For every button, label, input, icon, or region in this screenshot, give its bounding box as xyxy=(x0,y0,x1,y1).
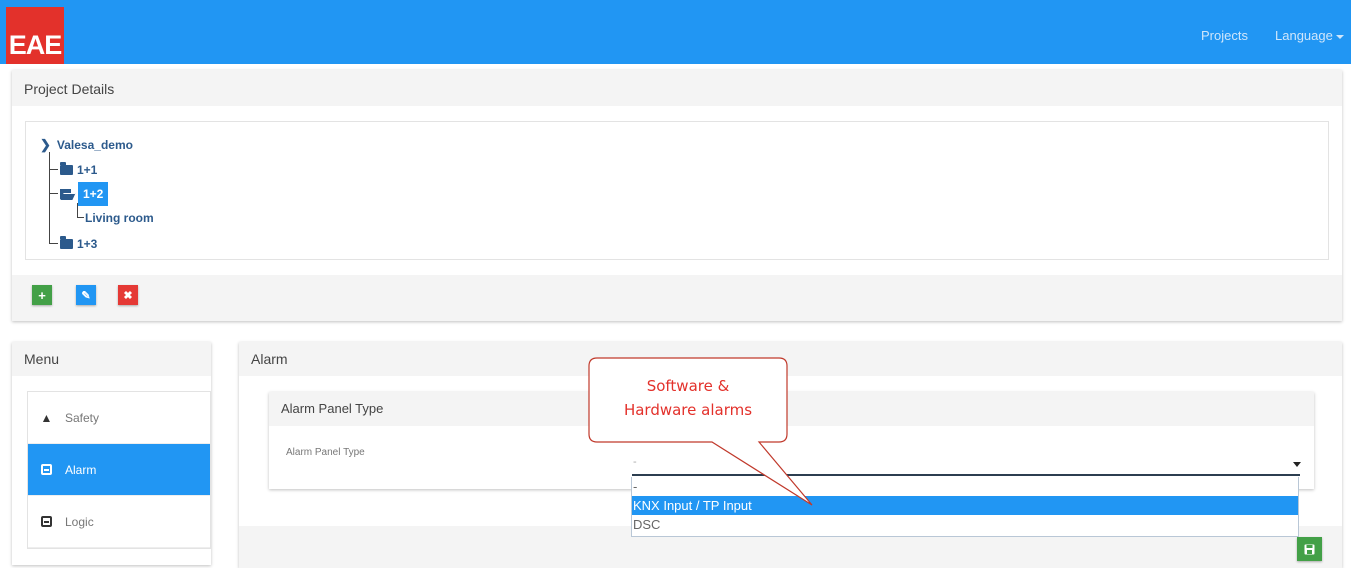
menu-item-safety[interactable]: ▲ Safety xyxy=(28,392,210,444)
tree-node-label-selected: 1+2 xyxy=(78,182,109,206)
warning-icon: ▲ xyxy=(40,410,53,425)
caret-down-icon xyxy=(1335,34,1344,39)
folder-icon xyxy=(60,162,73,175)
alarm-panel-type-title: Alarm Panel Type xyxy=(269,392,1314,426)
tree-connector xyxy=(49,193,58,194)
tree-root-label: Valesa_demo xyxy=(56,138,133,152)
tree-connector xyxy=(49,243,58,244)
alarm-icon xyxy=(40,463,53,476)
logic-icon xyxy=(40,515,53,528)
option-dsc[interactable]: DSC xyxy=(632,515,1298,534)
eae-logo[interactable]: EAE xyxy=(6,7,64,64)
caret-down-icon[interactable] xyxy=(1293,462,1301,467)
delete-button[interactable]: ✖ xyxy=(118,285,138,305)
callout-text: Software & Hardware alarms xyxy=(589,374,787,422)
nav-projects-link[interactable]: Projects xyxy=(1201,28,1248,43)
option-knx-input[interactable]: KNX Input / TP Input xyxy=(632,496,1298,515)
tree-node-1plus2[interactable]: 1+2 xyxy=(60,182,109,206)
alarm-panel-type-label: Alarm Panel Type xyxy=(286,447,365,458)
tree-connector xyxy=(49,169,58,170)
option-none[interactable]: - xyxy=(632,477,1298,496)
top-navbar: EAE Projects Language xyxy=(0,0,1351,64)
save-button[interactable] xyxy=(1297,537,1322,561)
menu-title: Menu xyxy=(12,342,211,376)
menu-panel: Menu ▲ Safety Alarm Logic xyxy=(12,342,211,565)
add-button[interactable]: + xyxy=(32,285,52,305)
tree-root-node[interactable]: ❯ Valesa_demo xyxy=(40,137,133,153)
project-details-title: Project Details xyxy=(12,70,1342,106)
project-tree: ❯ Valesa_demo 1+1 1+2 Living room 1+3 xyxy=(25,121,1329,260)
tree-node-label: 1+3 xyxy=(77,237,98,251)
alarm-panel-type-select[interactable] xyxy=(632,474,1300,476)
project-actions-bar xyxy=(12,275,1342,321)
chevron-right-icon: ❯ xyxy=(40,137,51,152)
save-icon xyxy=(1304,544,1315,554)
tree-node-1plus1[interactable]: 1+1 xyxy=(60,162,98,177)
tree-node-label: 1+1 xyxy=(77,163,98,177)
tree-connector xyxy=(49,152,50,243)
nav-language-label: Language xyxy=(1275,28,1333,43)
callout-line-2: Hardware alarms xyxy=(623,401,753,419)
folder-icon xyxy=(60,236,73,249)
menu-item-label: Safety xyxy=(65,410,100,425)
alarm-panel-type-card: Alarm Panel Type Alarm Panel Type - xyxy=(269,392,1314,489)
nav-language-dropdown[interactable]: Language xyxy=(1275,28,1344,43)
tree-node-1plus3[interactable]: 1+3 xyxy=(60,236,98,251)
menu-item-logic[interactable]: Logic xyxy=(28,496,210,548)
project-details-panel: Project Details ❯ Valesa_demo 1+1 1+2 Liv… xyxy=(12,70,1342,321)
edit-button[interactable]: ✎ xyxy=(76,285,96,305)
alarm-title: Alarm xyxy=(239,342,1342,376)
menu-item-label: Alarm xyxy=(65,462,97,477)
folder-open-icon xyxy=(60,189,74,199)
menu-item-alarm[interactable]: Alarm xyxy=(28,444,210,496)
tree-node-label: Living room xyxy=(85,211,154,225)
alarm-panel-type-options: - KNX Input / TP Input DSC xyxy=(631,477,1299,537)
menu-list: ▲ Safety Alarm Logic xyxy=(27,391,211,549)
callout-line-1: Software & xyxy=(646,377,730,395)
menu-item-label: Logic xyxy=(65,514,94,529)
tree-node-living-room[interactable]: Living room xyxy=(85,211,154,225)
alarm-panel-type-select-value[interactable]: - xyxy=(633,456,637,468)
tree-connector xyxy=(77,217,84,218)
